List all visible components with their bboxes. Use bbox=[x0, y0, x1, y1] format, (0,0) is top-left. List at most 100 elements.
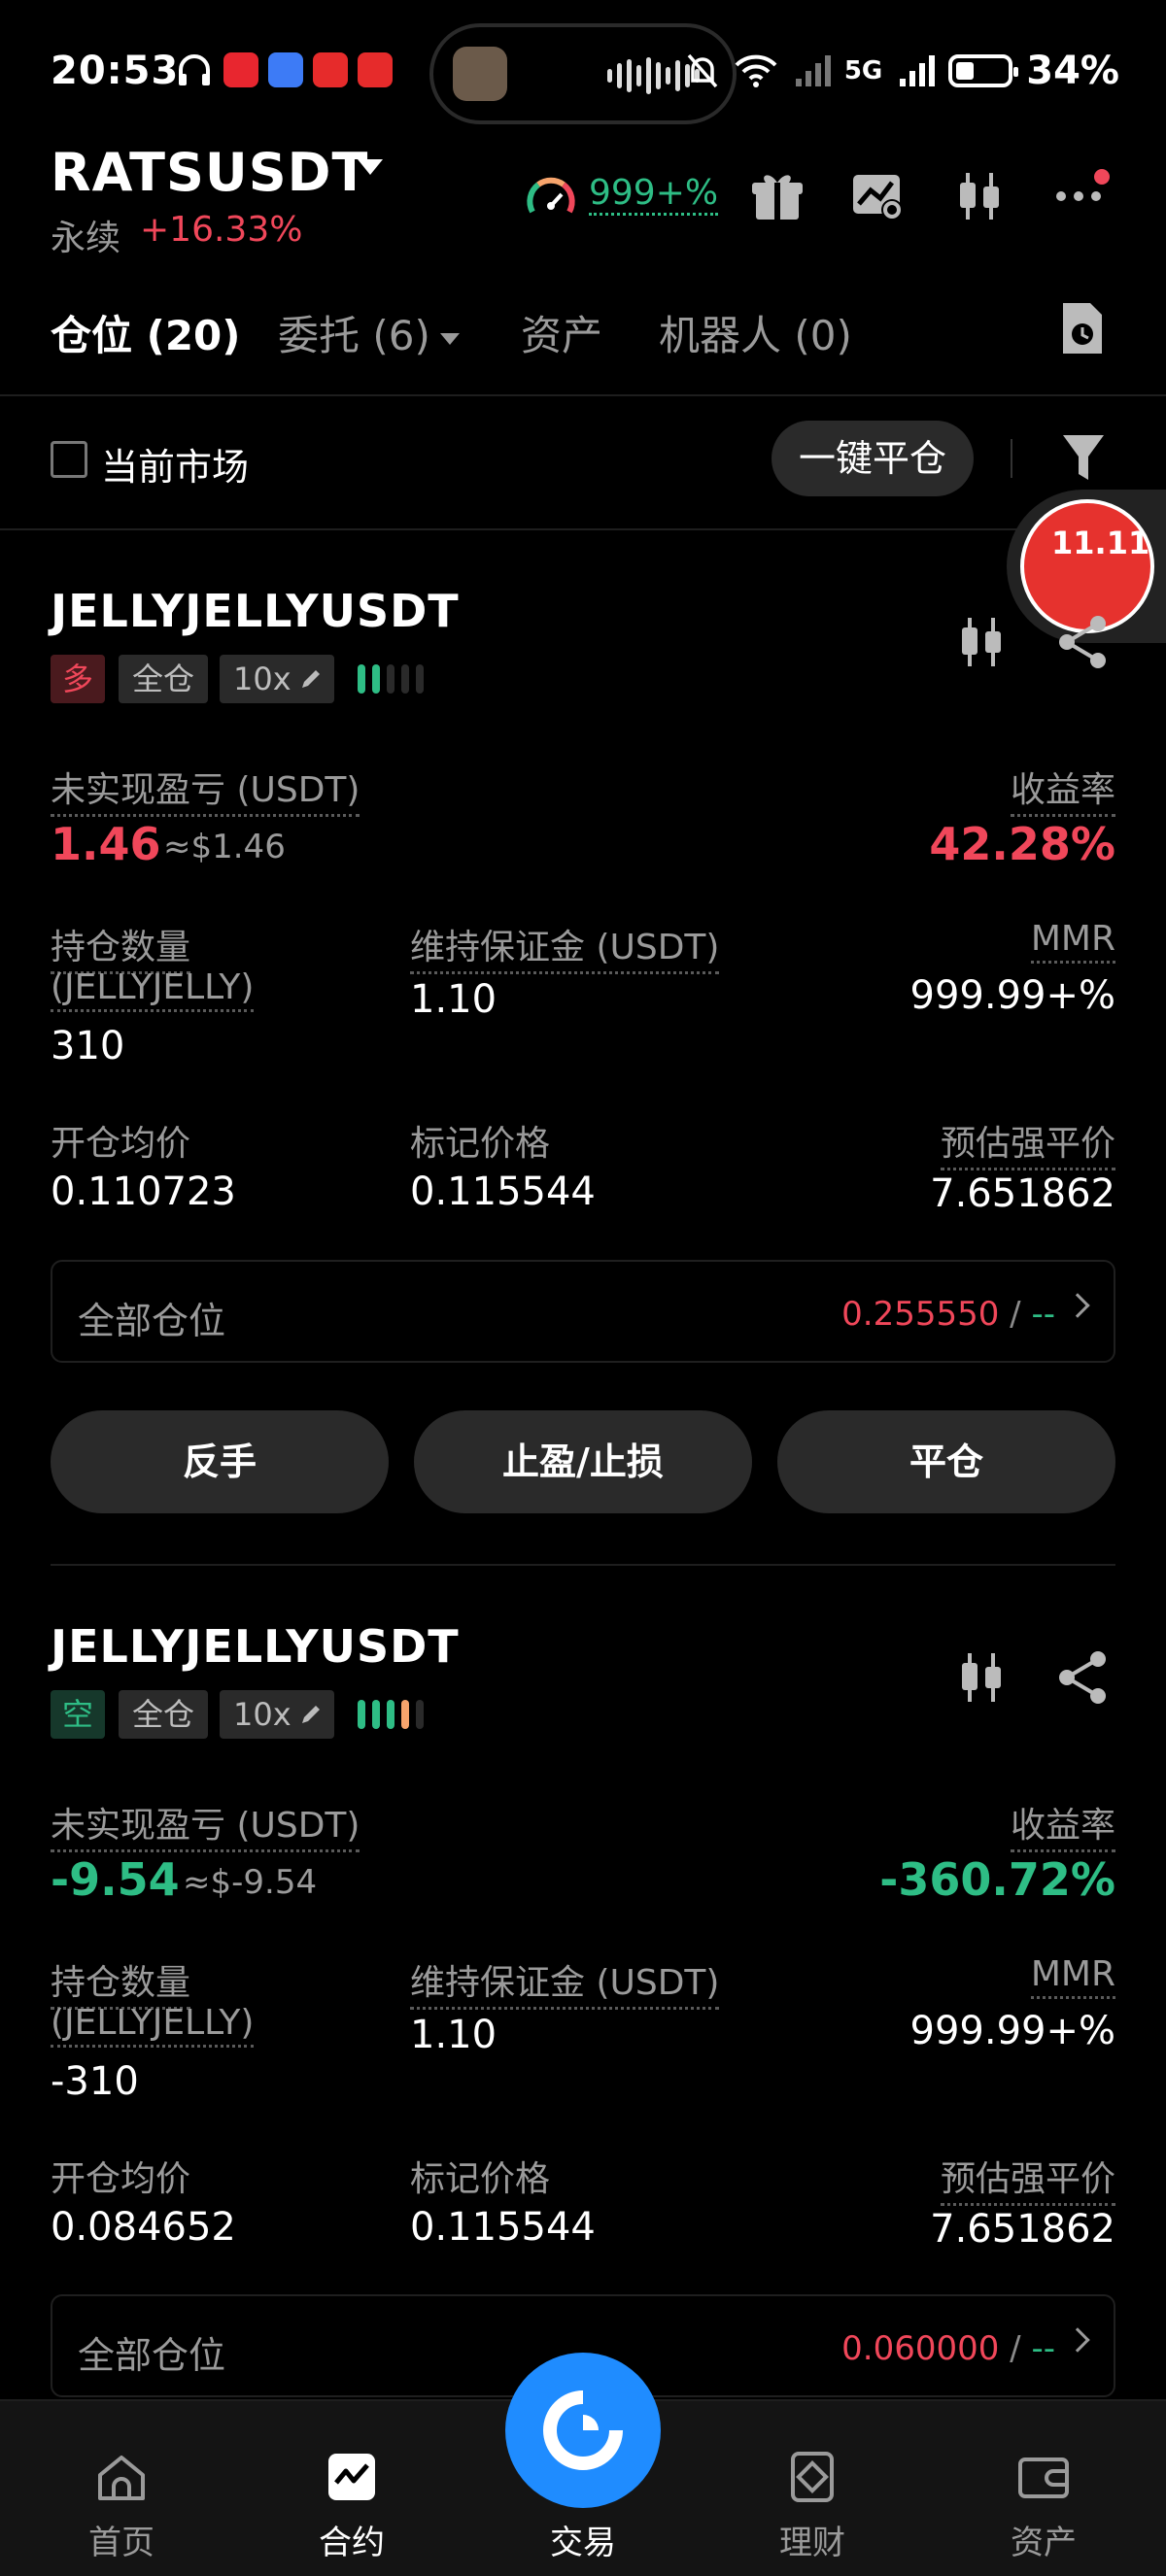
tab-assets[interactable]: 资产 bbox=[521, 303, 602, 362]
leverage-tag[interactable]: 10x bbox=[220, 1690, 334, 1739]
position-symbol: JELLYJELLYUSDT bbox=[51, 585, 460, 637]
position-qty-unit: (JELLYJELLY) bbox=[51, 2003, 255, 2048]
liq-price-value: 7.651862 bbox=[930, 1171, 1115, 1216]
all-positions-value-group: 0.255550 / -- bbox=[841, 1295, 1055, 1334]
roe-value: 42.28% bbox=[929, 818, 1115, 870]
nav-home[interactable]: 首页 bbox=[44, 2401, 199, 2576]
nav-assets[interactable]: 资产 bbox=[966, 2401, 1121, 2576]
reverse-button[interactable]: 反手 bbox=[51, 1410, 389, 1513]
mmr-value: 999.99+% bbox=[909, 2009, 1115, 2053]
entry-price-value: 0.084652 bbox=[51, 2205, 236, 2250]
close-position-button[interactable]: 平仓 bbox=[777, 1410, 1115, 1513]
tab-bots[interactable]: 机器人 (0) bbox=[659, 303, 852, 362]
share-icon[interactable] bbox=[1055, 1649, 1110, 1706]
signal-icon bbox=[795, 55, 831, 86]
position-qty-label: 持仓数量 bbox=[51, 1954, 191, 2010]
all-positions-value: 0.255550 bbox=[841, 1295, 1000, 1334]
nav-home-label: 首页 bbox=[88, 2524, 154, 2562]
candlestick-icon[interactable] bbox=[954, 1649, 1009, 1706]
mark-price-label: 标记价格 bbox=[410, 2159, 551, 2199]
margin-mode-tag: 全仓 bbox=[119, 655, 208, 703]
side-tag-long: 多 bbox=[51, 655, 105, 703]
chevron-down-icon bbox=[439, 332, 460, 345]
headphones-icon bbox=[179, 54, 210, 85]
tabs-divider bbox=[0, 394, 1166, 396]
all-positions-label: 全部仓位 bbox=[78, 1300, 226, 1342]
signal-icon bbox=[900, 55, 936, 86]
card-divider bbox=[51, 1564, 1115, 1566]
history-icon[interactable] bbox=[1057, 299, 1108, 357]
all-positions-extra: -- bbox=[1031, 1295, 1055, 1334]
position-qty-unit: (JELLYJELLY) bbox=[51, 967, 255, 1012]
wifi-icon bbox=[735, 54, 777, 87]
candlestick-icon[interactable] bbox=[954, 614, 1009, 670]
filter-separator bbox=[1011, 439, 1012, 478]
unrealized-pnl-label: 未实现盈亏 (USDT) bbox=[51, 762, 360, 817]
nav-earn[interactable]: 理财 bbox=[735, 2401, 890, 2576]
risk-gauge-icon[interactable] bbox=[525, 173, 577, 225]
value-separator: / bbox=[1010, 2329, 1021, 2368]
candlestick-icon[interactable] bbox=[950, 167, 1009, 225]
mute-bell-icon bbox=[687, 53, 718, 88]
entry-price-label: 开仓均价 bbox=[51, 1124, 191, 1164]
adl-indicator bbox=[358, 664, 424, 694]
tab-positions[interactable]: 仓位 (20) bbox=[51, 303, 240, 362]
network-type: 5G bbox=[843, 56, 883, 85]
liq-price-label: 预估强平价 bbox=[940, 1115, 1115, 1170]
margin-mode-tag: 全仓 bbox=[119, 1690, 208, 1739]
nav-earn-label: 理财 bbox=[779, 2524, 845, 2562]
trade-fab-button[interactable] bbox=[505, 2353, 661, 2508]
current-market-label: 当前市场 bbox=[101, 446, 250, 489]
current-market-checkbox[interactable] bbox=[51, 441, 87, 478]
risk-rate-value[interactable]: 999+% bbox=[589, 173, 719, 216]
app-notification-icon bbox=[268, 52, 303, 87]
maint-margin-label: 维持保证金 (USDT) bbox=[410, 1954, 720, 2010]
mark-price-value: 0.115544 bbox=[410, 1169, 596, 1214]
adl-indicator bbox=[358, 1700, 424, 1729]
video-app-icon bbox=[358, 52, 393, 87]
price-change: +16.33% bbox=[140, 210, 303, 250]
filter-icon[interactable] bbox=[1059, 431, 1108, 484]
liq-price-label: 预估强平价 bbox=[940, 2151, 1115, 2206]
nav-futures[interactable]: 合约 bbox=[274, 2401, 429, 2576]
futures-icon bbox=[328, 2454, 375, 2500]
gift-icon[interactable] bbox=[748, 167, 806, 225]
mark-price-label: 标记价格 bbox=[410, 1124, 551, 1164]
battery-level: 34% bbox=[1026, 49, 1119, 93]
roe-value: -360.72% bbox=[879, 1853, 1115, 1906]
more-icon[interactable] bbox=[1051, 167, 1110, 225]
leverage-tag[interactable]: 10x bbox=[220, 655, 334, 703]
unrealized-pnl-usd: ≈$1.46 bbox=[163, 828, 286, 866]
leverage-value: 10x bbox=[233, 1696, 292, 1733]
roe-label: 收益率 bbox=[1010, 1797, 1115, 1852]
contract-type: 永续 bbox=[51, 219, 121, 258]
mmr-label: MMR bbox=[1030, 919, 1115, 964]
leverage-value: 10x bbox=[233, 661, 292, 697]
roe-label: 收益率 bbox=[1010, 762, 1115, 817]
battery-icon bbox=[948, 54, 1019, 87]
position-symbol: JELLYJELLYUSDT bbox=[51, 1620, 460, 1673]
nav-assets-label: 资产 bbox=[1011, 2524, 1077, 2562]
side-tag-short: 空 bbox=[51, 1690, 105, 1739]
position-qty-value: -310 bbox=[51, 2059, 139, 2104]
media-thumbnail bbox=[453, 47, 507, 101]
chart-settings-icon[interactable] bbox=[849, 167, 908, 225]
tp-sl-button[interactable]: 止盈/止损 bbox=[414, 1410, 752, 1513]
liq-price-value: 7.651862 bbox=[930, 2207, 1115, 2252]
chevron-right-icon bbox=[1065, 2327, 1090, 2353]
close-all-button[interactable]: 一键平仓 bbox=[772, 421, 974, 496]
all-positions-extra: -- bbox=[1031, 2329, 1055, 2368]
chevron-down-icon[interactable] bbox=[358, 159, 383, 175]
tab-orders[interactable]: 委托 (6) bbox=[278, 303, 460, 362]
status-right: 5G 34% bbox=[685, 49, 1119, 93]
all-positions-value: 0.060000 bbox=[841, 2329, 1000, 2368]
unrealized-pnl-value: 1.46 bbox=[51, 818, 161, 870]
status-time: 20:53 bbox=[51, 49, 180, 93]
maint-margin-value: 1.10 bbox=[410, 2013, 497, 2057]
notification-icons bbox=[175, 52, 393, 87]
nav-futures-label: 合约 bbox=[319, 2524, 385, 2562]
all-positions-row[interactable]: 全部仓位 0.255550 / -- bbox=[51, 1260, 1115, 1363]
pair-title[interactable]: RATSUSDT bbox=[51, 142, 368, 203]
mmr-label: MMR bbox=[1030, 1954, 1115, 1999]
share-icon[interactable] bbox=[1055, 614, 1110, 670]
